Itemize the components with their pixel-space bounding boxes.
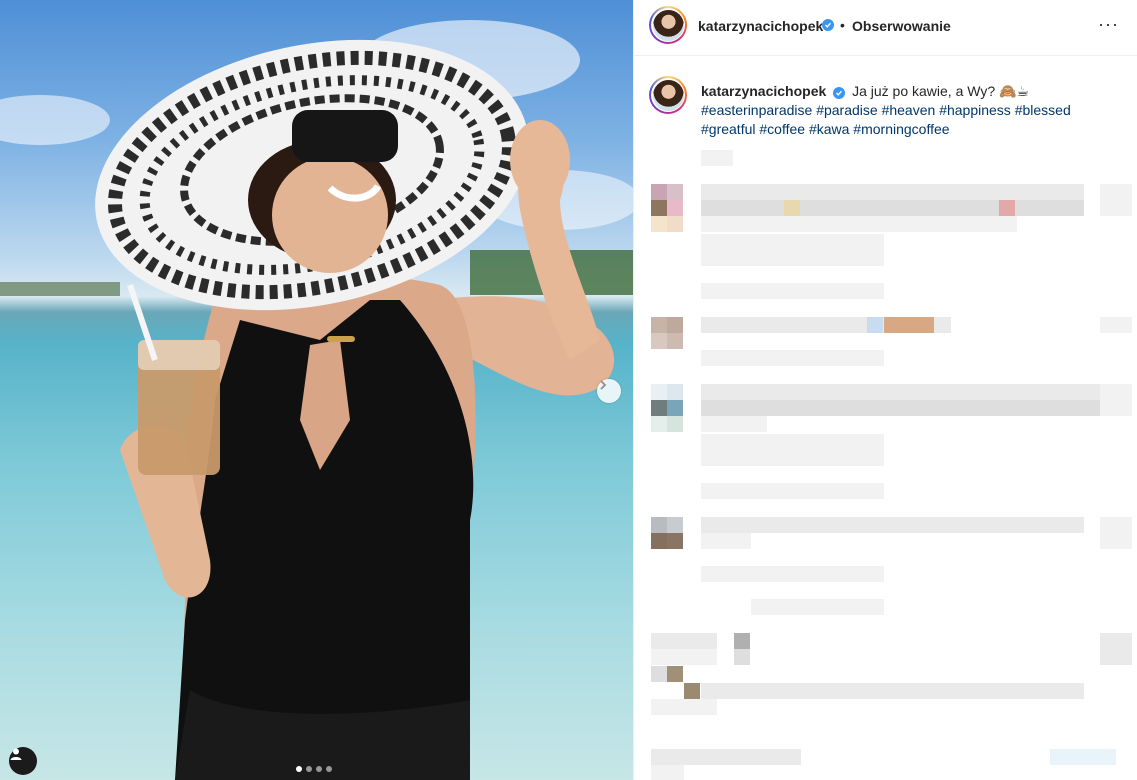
chevron-right-icon bbox=[600, 380, 607, 390]
verified-badge-icon bbox=[822, 19, 834, 31]
hashtag-link[interactable]: #morningcoffee bbox=[853, 121, 949, 137]
carousel-dot bbox=[326, 766, 332, 772]
hashtag-link[interactable]: #greatful bbox=[701, 121, 755, 137]
post-caption: katarzynacichopek Ja już po kawie, a Wy?… bbox=[701, 82, 1111, 139]
carousel-dot bbox=[296, 766, 302, 772]
carousel-indicator bbox=[296, 766, 332, 772]
caption-timestamp-blurred bbox=[701, 150, 733, 166]
following-button[interactable]: Obserwowanie bbox=[852, 18, 951, 34]
hashtag-link[interactable]: #paradise bbox=[816, 102, 878, 118]
user-tag-icon bbox=[10, 748, 22, 760]
next-slide-button[interactable] bbox=[597, 379, 621, 403]
carousel-dot bbox=[316, 766, 322, 772]
hashtag-link[interactable]: #kawa bbox=[809, 121, 849, 137]
header-separator: • bbox=[840, 17, 845, 33]
caption-username[interactable]: katarzynacichopek bbox=[701, 83, 826, 99]
user-tag-button[interactable] bbox=[9, 747, 37, 775]
caption-text: Ja już po kawie, a Wy? 🙈☕ bbox=[852, 83, 1029, 99]
header-username[interactable]: katarzynacichopek bbox=[698, 18, 823, 34]
hashtag-link[interactable]: #happiness bbox=[939, 102, 1011, 118]
post-side-panel: katarzynacichopek • Obserwowanie ··· kat… bbox=[633, 0, 1137, 780]
more-options-icon[interactable]: ··· bbox=[1098, 14, 1119, 35]
photo-illustration bbox=[0, 20, 633, 780]
caption-avatar[interactable] bbox=[649, 76, 687, 114]
hashtag-link[interactable]: #easterinparadise bbox=[701, 102, 812, 118]
avatar[interactable] bbox=[649, 6, 687, 44]
carousel-dot bbox=[306, 766, 312, 772]
verified-badge-icon bbox=[833, 87, 846, 99]
post-photo[interactable] bbox=[0, 0, 633, 780]
post-header: katarzynacichopek • Obserwowanie ··· bbox=[634, 0, 1137, 56]
hashtag-link[interactable]: #heaven bbox=[882, 102, 936, 118]
hashtag-link[interactable]: #coffee bbox=[759, 121, 805, 137]
hashtag-link[interactable]: #blessed bbox=[1015, 102, 1071, 118]
